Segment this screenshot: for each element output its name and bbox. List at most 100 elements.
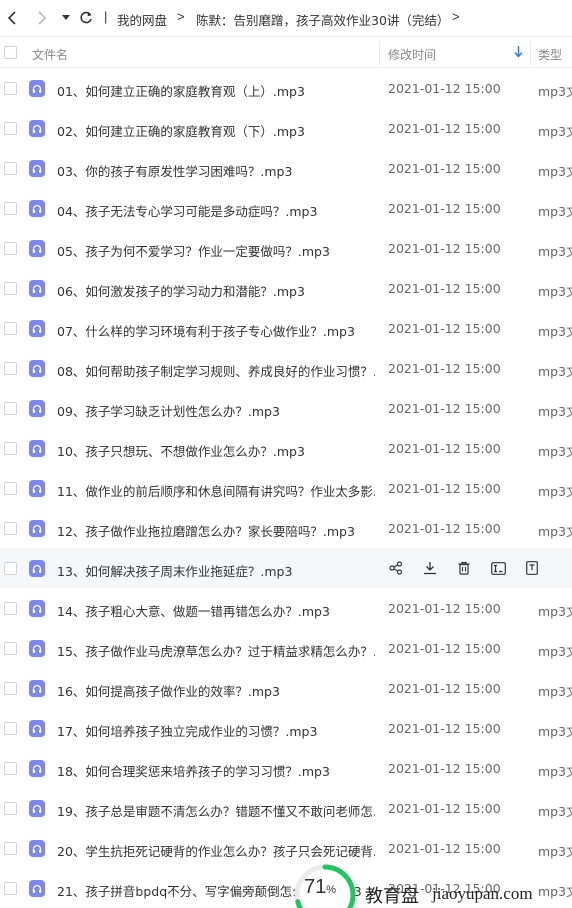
row-checkbox[interactable] xyxy=(4,202,17,215)
file-name[interactable]: 13、如何解决孩子周末作业拖延症？.mp3 xyxy=(57,561,375,580)
download-icon[interactable] xyxy=(420,559,440,577)
audio-file-icon xyxy=(29,760,45,777)
refresh-icon[interactable] xyxy=(76,8,96,28)
file-row[interactable]: 13、如何解决孩子周末作业拖延症？.mp3 xyxy=(0,548,572,588)
file-name[interactable]: 02、如何建立正确的家庭教育观（下）.mp3 xyxy=(57,121,375,140)
column-header-modified-time[interactable]: 修改时间 xyxy=(388,46,436,63)
row-checkbox[interactable] xyxy=(4,602,17,615)
row-checkbox[interactable] xyxy=(4,242,17,255)
file-name[interactable]: 04、孩子无法专心学习可能是多动症吗？.mp3 xyxy=(57,201,375,220)
audio-file-icon xyxy=(29,480,45,497)
file-row[interactable]: 15、孩子做作业马虎潦草怎么办？过于精益求精怎么办？... 2021-01-12 … xyxy=(0,628,572,668)
column-header-name[interactable]: 文件名 xyxy=(32,46,68,63)
delete-icon[interactable] xyxy=(454,559,474,577)
progress-percent: 71% xyxy=(304,876,337,898)
file-row[interactable]: 01、如何建立正确的家庭教育观（上）.mp3 2021-01-12 15:00 mp… xyxy=(0,68,572,108)
file-name[interactable]: 14、孩子粗心大意、做题一错再错怎么办？.mp3 xyxy=(57,601,375,620)
file-type: mp3文件 xyxy=(538,444,572,459)
row-checkbox[interactable] xyxy=(4,482,17,495)
file-name[interactable]: 03、你的孩子有原发性学习困难吗？.mp3 xyxy=(57,161,375,180)
file-modified-time: 2021-01-12 15:00 xyxy=(388,721,501,736)
file-row[interactable]: 06、如何激发孩子的学习动力和潜能？.mp3 2021-01-12 15:00 mp… xyxy=(0,268,572,308)
file-name[interactable]: 12、孩子做作业拖拉磨蹭怎么办？家长要陪吗？.mp3 xyxy=(57,521,375,540)
rename-icon[interactable] xyxy=(488,559,508,577)
file-name[interactable]: 08、如何帮助孩子制定学习规则、养成良好的作业习惯？... xyxy=(57,361,375,380)
file-row[interactable]: 17、如何培养孩子独立完成作业的习惯？.mp3 2021-01-12 15:00 m… xyxy=(0,708,572,748)
file-type: mp3文件 xyxy=(538,764,572,779)
back-icon[interactable] xyxy=(2,8,22,28)
row-checkbox[interactable] xyxy=(4,642,17,655)
file-type: mp3文件 xyxy=(538,684,572,699)
row-checkbox[interactable] xyxy=(4,322,17,335)
file-row[interactable]: 02、如何建立正确的家庭教育观（下）.mp3 2021-01-12 15:00 mp… xyxy=(0,108,572,148)
select-all-checkbox[interactable] xyxy=(4,46,17,59)
row-checkbox[interactable] xyxy=(4,402,17,415)
column-header-type[interactable]: 类型 xyxy=(538,46,562,63)
more-icon[interactable] xyxy=(522,559,542,577)
column-divider[interactable] xyxy=(379,41,380,65)
file-name[interactable]: 07、什么样的学习环境有利于孩子专心做作业？.mp3 xyxy=(57,321,375,340)
row-checkbox[interactable] xyxy=(4,82,17,95)
file-row[interactable]: 03、你的孩子有原发性学习困难吗？.mp3 2021-01-12 15:00 mp3… xyxy=(0,148,572,188)
forward-icon[interactable] xyxy=(32,8,52,28)
file-modified-time: 2021-01-12 15:00 xyxy=(388,241,501,256)
sort-descending-icon[interactable] xyxy=(514,45,523,63)
file-modified-time: 2021-01-12 15:00 xyxy=(388,321,501,336)
file-name[interactable]: 05、孩子为何不爱学习？作业一定要做吗？.mp3 xyxy=(57,241,375,260)
row-checkbox[interactable] xyxy=(4,442,17,455)
file-modified-time: 2021-01-12 15:00 xyxy=(388,641,501,656)
file-name[interactable]: 10、孩子只想玩、不想做作业怎么办？.mp3 xyxy=(57,441,375,460)
file-name[interactable]: 19、孩子总是审题不清怎么办？错题不懂又不敢问老师怎... xyxy=(57,801,375,820)
audio-file-icon xyxy=(29,520,45,537)
audio-file-icon xyxy=(29,120,45,137)
file-name[interactable]: 20、学生抗拒死记硬背的作业怎么办？孩子只会死记硬背... xyxy=(57,841,375,860)
file-row[interactable]: 14、孩子粗心大意、做题一错再错怎么办？.mp3 2021-01-12 15:00… xyxy=(0,588,572,628)
row-checkbox[interactable] xyxy=(4,882,17,895)
row-checkbox[interactable] xyxy=(4,562,17,575)
audio-file-icon xyxy=(29,440,45,457)
row-checkbox[interactable] xyxy=(4,842,17,855)
file-type: mp3文件 xyxy=(538,204,572,219)
file-name[interactable]: 16、如何提高孩子做作业的效率？.mp3 xyxy=(57,681,375,700)
file-row[interactable]: 04、孩子无法专心学习可能是多动症吗？.mp3 2021-01-12 15:00 m… xyxy=(0,188,572,228)
column-divider[interactable] xyxy=(530,41,531,65)
file-type: mp3文件 xyxy=(538,404,572,419)
file-row[interactable]: 10、孩子只想玩、不想做作业怎么办？.mp3 2021-01-12 15:00 mp… xyxy=(0,428,572,468)
row-checkbox[interactable] xyxy=(4,162,17,175)
file-name[interactable]: 01、如何建立正确的家庭教育观（上）.mp3 xyxy=(57,81,375,100)
file-row[interactable]: 16、如何提高孩子做作业的效率？.mp3 2021-01-12 15:00 mp3文… xyxy=(0,668,572,708)
breadcrumb-separator: | xyxy=(104,9,108,24)
file-name[interactable]: 15、孩子做作业马虎潦草怎么办？过于精益求精怎么办？... xyxy=(57,641,375,660)
file-row[interactable]: 07、什么样的学习环境有利于孩子专心做作业？.mp3 2021-01-12 15:… xyxy=(0,308,572,348)
file-name[interactable]: 18、如何合理奖惩来培养孩子的学习习惯？.mp3 xyxy=(57,761,375,780)
row-checkbox[interactable] xyxy=(4,762,17,775)
file-type: mp3文件 xyxy=(538,324,572,339)
audio-file-icon xyxy=(29,640,45,657)
row-checkbox[interactable] xyxy=(4,282,17,295)
file-name[interactable]: 06、如何激发孩子的学习动力和潜能？.mp3 xyxy=(57,281,375,300)
file-row[interactable]: 05、孩子为何不爱学习？作业一定要做吗？.mp3 2021-01-12 15:00… xyxy=(0,228,572,268)
file-row[interactable]: 11、做作业的前后顺序和休息间隔有讲究吗？作业太多影... 2021-01-12 … xyxy=(0,468,572,508)
file-row[interactable]: 09、孩子学习缺乏计划性怎么办？.mp3 2021-01-12 15:00 mp3文… xyxy=(0,388,572,428)
file-name[interactable]: 17、如何培养孩子独立完成作业的习惯？.mp3 xyxy=(57,721,375,740)
row-checkbox[interactable] xyxy=(4,682,17,695)
file-row[interactable]: 18、如何合理奖惩来培养孩子的学习习惯？.mp3 2021-01-12 15:00… xyxy=(0,748,572,788)
row-checkbox[interactable] xyxy=(4,722,17,735)
share-icon[interactable] xyxy=(386,559,406,577)
file-type: mp3文件 xyxy=(538,844,572,859)
row-checkbox[interactable] xyxy=(4,122,17,135)
breadcrumb-current-folder[interactable]: 陈默：告别磨蹭，孩子高效作业30讲（完结） xyxy=(196,10,449,29)
breadcrumb-my-drive[interactable]: 我的网盘 xyxy=(117,10,167,29)
row-checkbox[interactable] xyxy=(4,362,17,375)
file-type: mp3文件 xyxy=(538,84,572,99)
file-row[interactable]: 19、孩子总是审题不清怎么办？错题不懂又不敢问老师怎... 2021-01-12 … xyxy=(0,788,572,828)
row-checkbox[interactable] xyxy=(4,522,17,535)
file-name[interactable]: 09、孩子学习缺乏计划性怎么办？.mp3 xyxy=(57,401,375,420)
file-name[interactable]: 11、做作业的前后顺序和休息间隔有讲究吗？作业太多影... xyxy=(57,481,375,500)
file-row[interactable]: 12、孩子做作业拖拉磨蹭怎么办？家长要陪吗？.mp3 2021-01-12 15:… xyxy=(0,508,572,548)
row-checkbox[interactable] xyxy=(4,802,17,815)
history-dropdown-icon[interactable] xyxy=(56,8,76,28)
file-type: mp3文件 xyxy=(538,804,572,819)
file-modified-time: 2021-01-12 15:00 xyxy=(388,401,501,416)
file-row[interactable]: 08、如何帮助孩子制定学习规则、养成良好的作业习惯？... 2021-01-12 … xyxy=(0,348,572,388)
